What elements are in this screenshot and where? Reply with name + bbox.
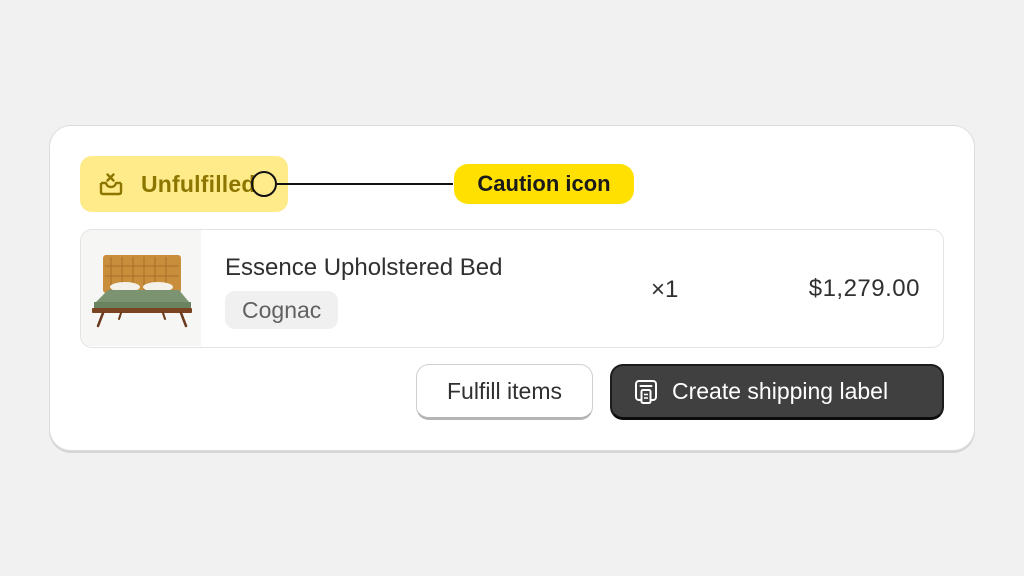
quantity: ×1 xyxy=(651,276,679,303)
inbox-caution-icon xyxy=(97,170,125,198)
line-item-price: $1,279.00 xyxy=(808,275,920,302)
create-shipping-label-button[interactable]: Create shipping label xyxy=(610,364,944,420)
upholstered-bed-image xyxy=(92,255,192,328)
create-shipping-label-text: Create shipping label xyxy=(672,378,889,404)
status-label: Unfulfilled xyxy=(141,170,256,197)
product-title[interactable]: Essence Upholstered Bed xyxy=(225,254,503,282)
callout-leader-line xyxy=(277,183,453,185)
product-thumbnail xyxy=(81,230,201,346)
line-item-row[interactable]: Essence Upholstered Bed Cognac ×1 $1,279… xyxy=(80,229,944,348)
variant-tag: Cognac xyxy=(225,291,339,329)
callout-marker xyxy=(251,171,277,197)
callout-label: Caution icon xyxy=(454,164,634,204)
fulfill-items-label: Fulfill items xyxy=(446,377,562,404)
fulfill-items-button[interactable]: Fulfill items xyxy=(416,364,593,420)
shipping-label-icon xyxy=(633,379,659,405)
